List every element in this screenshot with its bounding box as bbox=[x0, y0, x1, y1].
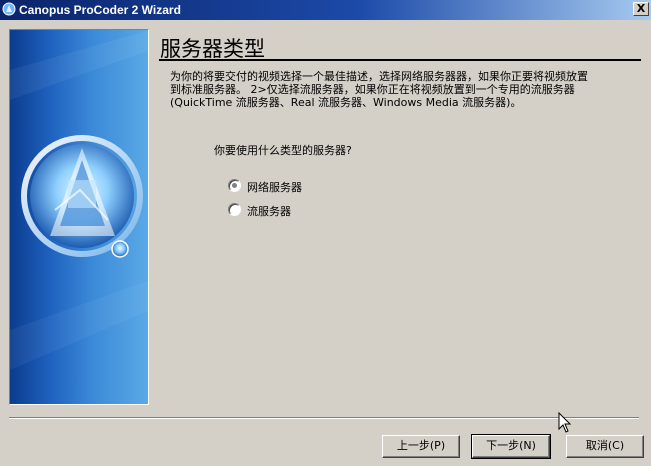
radio-button[interactable] bbox=[228, 203, 241, 216]
page-description: 为你的将要交付的视频选择一个最佳描述，选择网络服务器器，如果你正要将视频放置 到… bbox=[170, 70, 640, 109]
title-divider bbox=[159, 59, 641, 61]
description-line: 到标准服务器。 2>仅选择流服务器，如果你正在将视频放置到一个专用的流服务器 bbox=[170, 83, 575, 96]
server-type-question: 你要使用什么类型的服务器? bbox=[214, 144, 352, 157]
close-icon: X bbox=[636, 2, 646, 15]
mouse-cursor-icon bbox=[558, 412, 572, 433]
canopus-logo-graphic bbox=[10, 30, 148, 370]
radio-label[interactable]: 网络服务器 bbox=[247, 179, 302, 195]
back-button[interactable]: 上一步(P) bbox=[382, 435, 460, 458]
radio-label[interactable]: 流服务器 bbox=[247, 203, 291, 219]
description-line: 为你的将要交付的视频选择一个最佳描述，选择网络服务器器，如果你正要将视频放置 bbox=[170, 70, 588, 83]
radio-selected-dot bbox=[232, 183, 237, 188]
radio-button[interactable] bbox=[228, 179, 241, 192]
close-button[interactable]: X bbox=[633, 2, 649, 16]
wizard-side-image bbox=[9, 29, 149, 405]
description-line: (QuickTime 流服务器、Real 流服务器、Windows Media … bbox=[170, 96, 522, 109]
next-button[interactable]: 下一步(N) bbox=[471, 434, 551, 459]
bottom-divider bbox=[9, 417, 639, 419]
cancel-button[interactable]: 取消(C) bbox=[566, 435, 644, 458]
window-title: Canopus ProCoder 2 Wizard bbox=[19, 3, 181, 17]
title-bar[interactable]: Canopus ProCoder 2 Wizard X bbox=[0, 0, 651, 20]
app-icon bbox=[2, 2, 16, 16]
